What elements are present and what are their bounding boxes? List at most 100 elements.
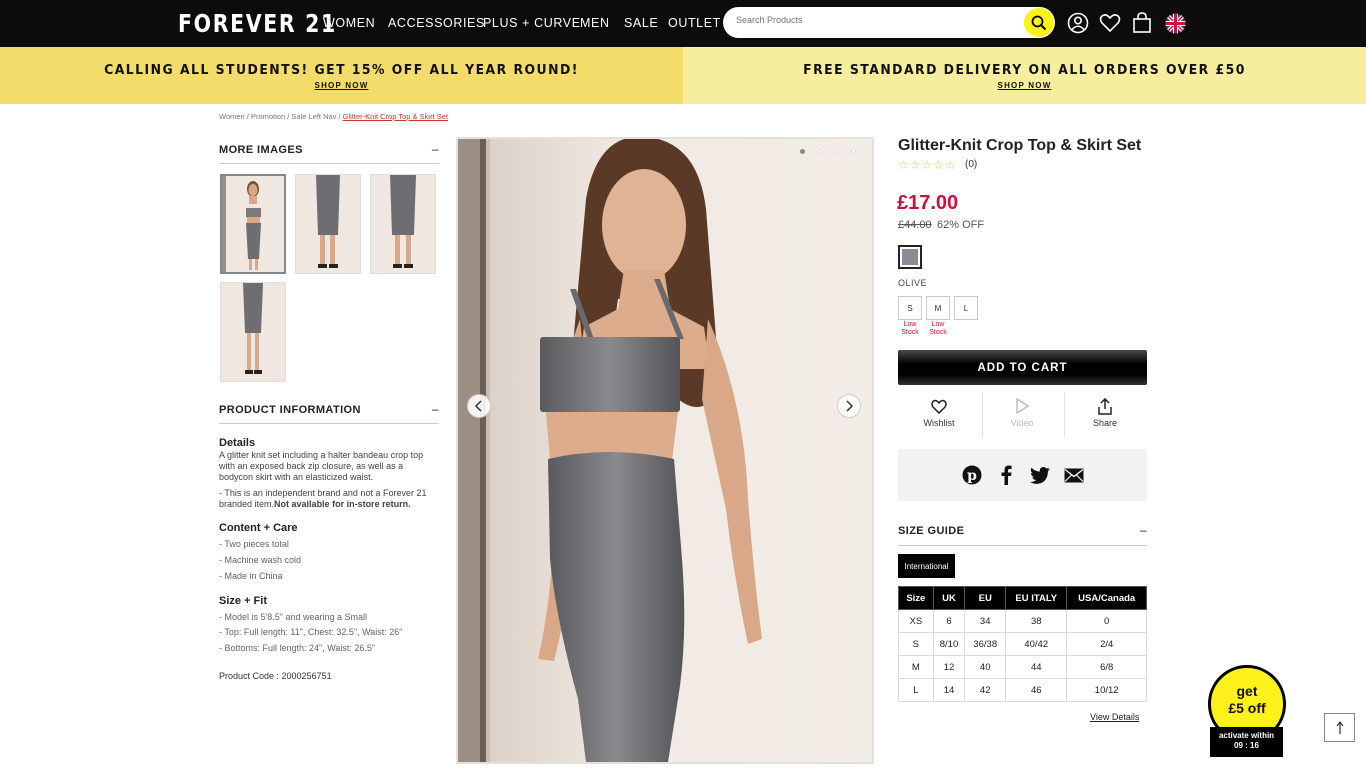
timer-value: 09 : 16 — [1234, 741, 1259, 750]
back-to-top-button[interactable] — [1324, 713, 1355, 742]
table-cell: 34 — [964, 609, 1007, 633]
tab-international[interactable]: International — [898, 554, 955, 578]
share-icon — [1098, 397, 1112, 415]
discount-label: 62% OFF — [937, 219, 985, 231]
carousel-dot[interactable] — [834, 149, 839, 154]
next-image-button[interactable] — [837, 394, 861, 418]
table-cell: 8/10 — [932, 632, 966, 656]
table-row: M 12 40 44 6/8 — [898, 655, 1147, 679]
thumbnail-side[interactable] — [295, 174, 361, 274]
table-cell: XS — [898, 609, 934, 633]
chevron-right-icon — [846, 400, 854, 412]
size-option-s[interactable]: S — [898, 296, 922, 320]
add-to-cart-button[interactable]: ADD TO CART — [898, 350, 1147, 385]
care-item: - Two pieces total — [219, 539, 289, 549]
play-icon — [1016, 398, 1029, 414]
more-images-header[interactable]: MORE IMAGES – — [219, 142, 439, 164]
table-cell: 40 — [964, 655, 1007, 679]
pinterest-icon[interactable]: p — [961, 464, 983, 486]
size-option-m[interactable]: M — [926, 296, 950, 320]
search-input[interactable] — [736, 15, 1016, 25]
product-information-header[interactable]: PRODUCT INFORMATION – — [219, 402, 439, 424]
collapse-icon[interactable]: – — [432, 142, 439, 156]
table-cell: 46 — [1005, 678, 1068, 702]
breadcrumb: Women / Promotion / Sale Left Nav / Glit… — [219, 112, 448, 121]
sale-price: £17.00 — [897, 192, 959, 214]
more-images-title: MORE IMAGES — [219, 144, 303, 156]
nav-sale[interactable]: SALE — [624, 16, 658, 30]
student-promo-banner[interactable]: CALLING ALL STUDENTS! GET 15% OFF ALL YE… — [0, 47, 683, 104]
product-information-title: PRODUCT INFORMATION — [219, 404, 361, 416]
table-cell: 12 — [932, 655, 966, 679]
fit-item: - Model is 5'8.5" and wearing a Small — [219, 612, 367, 622]
carousel-dot[interactable] — [851, 149, 856, 154]
table-cell: 14 — [932, 678, 966, 702]
low-stock-label: Low Stock — [901, 321, 919, 336]
wishlist-label: Wishlist — [923, 418, 955, 428]
nav-men[interactable]: MEN — [580, 16, 610, 30]
breadcrumb-current[interactable]: Glitter-Knit Crop Top & Skirt Set — [343, 112, 448, 121]
account-icon[interactable] — [1067, 12, 1089, 34]
forever21-logo[interactable]: FOREVER 21 — [178, 9, 337, 38]
video-label: Video — [1010, 418, 1034, 428]
nav-accessories[interactable]: ACCESSORIES — [388, 16, 485, 30]
thumbnail-back[interactable] — [370, 174, 436, 274]
chevron-left-icon — [474, 400, 482, 412]
rating-stars-icon[interactable]: ☆☆☆☆☆ — [898, 158, 957, 172]
svg-text:p: p — [967, 468, 977, 484]
return-policy-note: Not available for in-store return. — [274, 499, 411, 509]
table-cell: 6 — [932, 609, 966, 633]
search-button[interactable] — [1024, 8, 1054, 37]
table-cell: 2/4 — [1066, 632, 1147, 656]
thumbnail-front[interactable] — [220, 174, 286, 274]
carousel-dot[interactable] — [817, 149, 822, 154]
promo-text: FREE STANDARD DELIVERY ON ALL ORDERS OVE… — [803, 62, 1246, 78]
table-header-cell: EU ITALY — [1005, 586, 1068, 610]
uk-flag-icon[interactable] — [1164, 12, 1186, 34]
facebook-icon[interactable] — [995, 464, 1017, 486]
table-cell: 36/38 — [964, 632, 1007, 656]
breadcrumb-path[interactable]: Women / Promotion / Sale Left Nav / — [219, 112, 343, 121]
color-name: OLIVE — [898, 278, 928, 288]
table-cell: 40/42 — [1005, 632, 1068, 656]
thumbnail-full-length[interactable] — [220, 282, 286, 382]
video-button[interactable]: Video — [981, 396, 1063, 438]
delivery-promo-banner[interactable]: FREE STANDARD DELIVERY ON ALL ORDERS OVE… — [683, 47, 1366, 104]
collapse-icon[interactable]: – — [1140, 523, 1147, 537]
table-header-cell: UK — [932, 586, 966, 610]
share-button[interactable]: Share — [1064, 396, 1146, 438]
table-cell: S — [898, 632, 934, 656]
fit-item: - Top: Full length: 11", Chest: 32.5", W… — [219, 627, 403, 637]
size-fit-title: Size + Fit — [219, 595, 267, 607]
carousel-dot-active[interactable] — [800, 149, 805, 154]
twitter-icon[interactable] — [1029, 464, 1051, 486]
shop-now-link[interactable]: SHOP NOW — [0, 81, 683, 90]
email-icon[interactable] — [1063, 464, 1085, 486]
wishlist-button[interactable]: Wishlist — [898, 396, 980, 438]
size-guide-title: SIZE GUIDE — [898, 525, 965, 537]
product-title: Glitter-Knit Crop Top & Skirt Set — [898, 137, 1142, 154]
original-price: £44.00 — [898, 219, 932, 231]
care-item: - Machine wash cold — [219, 555, 302, 565]
nav-women[interactable]: WOMEN — [323, 16, 375, 30]
view-details-link[interactable]: View Details — [1090, 712, 1139, 722]
badge-line-1: get — [1236, 683, 1258, 699]
content-care-title: Content + Care — [219, 522, 298, 534]
arrow-up-icon — [1336, 720, 1343, 734]
collapse-icon[interactable]: – — [432, 402, 439, 416]
search-bar — [723, 7, 1055, 38]
shop-now-link[interactable]: SHOP NOW — [683, 81, 1366, 90]
nav-outlet[interactable]: OUTLET — [668, 16, 721, 30]
low-stock-label: Low Stock — [929, 321, 947, 336]
previous-image-button[interactable] — [467, 394, 491, 418]
main-product-image[interactable] — [456, 137, 874, 764]
nav-plus-curve[interactable]: PLUS + CURVE — [483, 16, 581, 30]
shopping-bag-icon[interactable] — [1131, 12, 1153, 34]
size-guide-header[interactable]: SIZE GUIDE – — [898, 523, 1147, 546]
color-swatch[interactable] — [898, 245, 922, 269]
share-label: Share — [1092, 418, 1118, 428]
table-header-cell: USA/Canada — [1066, 586, 1147, 610]
wishlist-heart-icon[interactable] — [1099, 12, 1121, 34]
badge-line-2: £5 off — [1228, 700, 1266, 716]
size-option-l[interactable]: L — [954, 296, 978, 320]
